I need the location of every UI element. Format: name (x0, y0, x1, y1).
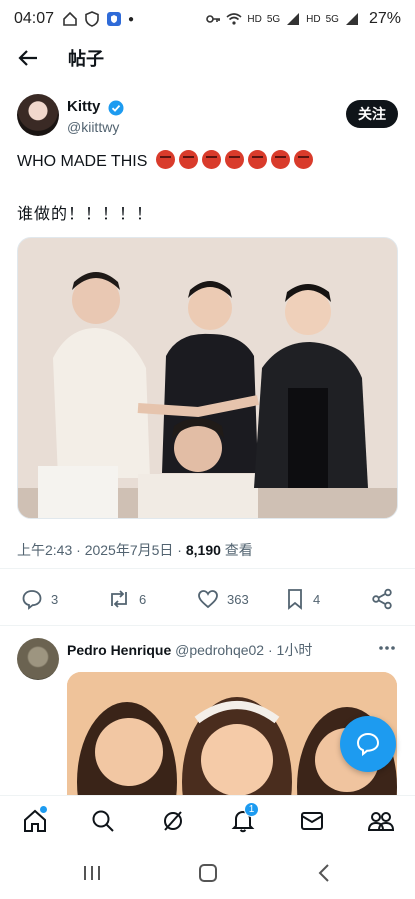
tweet-text-line1: WHO MADE THIS (17, 150, 317, 173)
notification-badge: 1 (244, 802, 259, 817)
battery-percent: 27% (368, 10, 401, 27)
reply-author-name[interactable]: Pedro Henrique (67, 642, 171, 658)
angry-face-icon (201, 150, 221, 169)
tweet-text: WHO MADE THIS (17, 153, 148, 170)
repost-count: 6 (139, 591, 147, 607)
repost-button[interactable]: 6 (107, 588, 146, 610)
views-label: 查看 (220, 542, 253, 558)
angry-face-icon (270, 150, 290, 169)
network-label-1: 5G (266, 13, 281, 25)
status-time: 04:07 (14, 10, 55, 27)
angry-face-icon (178, 150, 198, 169)
compose-icon (356, 732, 380, 757)
back-arrow-icon (18, 50, 37, 66)
recent-apps-button[interactable] (80, 861, 104, 885)
signal-icon (287, 13, 300, 25)
search-icon (92, 810, 114, 832)
nav-search[interactable] (88, 806, 118, 836)
signal-icon-2 (345, 13, 358, 25)
people-icon (367, 812, 395, 831)
heart-icon (198, 590, 218, 609)
author-handle[interactable]: @kiittwy (67, 119, 119, 135)
top-bar: 帖子 (0, 38, 415, 78)
system-nav-bar (0, 847, 415, 899)
nav-communities[interactable] (366, 806, 396, 836)
post-timestamp: 上午2:43 · 2025年7月5日 · (17, 542, 186, 558)
home-square-icon (199, 864, 217, 882)
wifi-icon (226, 13, 242, 25)
angry-face-icon (293, 150, 313, 169)
reply-icon (22, 590, 42, 610)
angry-face-icon (224, 150, 244, 169)
angry-face-icon (155, 150, 175, 169)
author-row: Kitty @kiittwy 关注 (17, 94, 398, 140)
post-meta: 上午2:43 · 2025年7月5日 · 8,190 查看 (17, 540, 253, 560)
status-bar: 04:07 ● HD 5G HD 5G 27% (0, 0, 415, 38)
photo-illustration (18, 238, 397, 518)
follow-button[interactable]: 关注 (346, 100, 398, 128)
back-button[interactable] (8, 38, 48, 78)
nav-home[interactable] (20, 806, 50, 836)
hd-label-2: HD (306, 13, 321, 25)
bookmark-icon (288, 589, 302, 610)
mail-icon (301, 812, 323, 830)
home-status-icon (63, 11, 77, 26)
back-system-button[interactable] (312, 861, 336, 885)
post-actions: 3 6 363 4 (17, 588, 398, 612)
angry-face-icon (247, 150, 267, 169)
status-right: HD 5G HD 5G 27% (205, 10, 401, 28)
divider (0, 568, 415, 569)
home-indicator-dot (40, 806, 47, 813)
hd-label-1: HD (247, 13, 262, 25)
compose-fab-button[interactable] (340, 716, 396, 772)
repost-icon (111, 590, 127, 608)
more-options-icon[interactable] (377, 638, 397, 658)
nav-grok[interactable] (158, 806, 188, 836)
bookmark-count: 4 (313, 591, 321, 607)
reply-count: 3 (51, 591, 59, 607)
divider (0, 625, 415, 626)
author-avatar[interactable] (17, 94, 59, 136)
share-button[interactable] (371, 588, 393, 610)
like-count: 363 (227, 591, 249, 607)
key-icon (206, 15, 221, 23)
status-left-icons: ● (62, 11, 134, 27)
reply-avatar[interactable] (17, 638, 59, 680)
reply-time: · 1小时 (264, 642, 313, 658)
nav-messages[interactable] (297, 806, 327, 836)
nav-notifications[interactable]: 1 (228, 802, 259, 836)
bottom-nav: 1 (0, 795, 415, 847)
angry-emojis (155, 150, 317, 170)
shield-app-icon (107, 12, 122, 26)
grok-icon (164, 811, 182, 831)
chevron-left-icon (318, 864, 329, 882)
page-title: 帖子 (68, 49, 104, 69)
verified-badge-icon (108, 100, 124, 116)
tweet-text-line2: 谁做的！！！！！ (17, 206, 154, 223)
reply-button[interactable]: 3 (21, 588, 58, 610)
network-label-2: 5G (325, 13, 339, 25)
shield-icon (85, 11, 99, 27)
share-icon (372, 588, 392, 610)
views-count: 8,190 (185, 542, 221, 558)
like-button[interactable]: 363 (197, 588, 249, 610)
recent-apps-icon (84, 866, 100, 880)
home-system-button[interactable] (196, 861, 220, 885)
bookmark-button[interactable]: 4 (285, 588, 320, 610)
reply-header: Pedro Henrique @pedrohqe02 · 1小时 (67, 640, 312, 660)
author-name[interactable]: Kitty (67, 98, 100, 115)
status-dot-icon: ● (128, 13, 135, 25)
reply-author-handle[interactable]: @pedrohqe02 (175, 642, 264, 658)
post-photo[interactable] (17, 237, 398, 519)
